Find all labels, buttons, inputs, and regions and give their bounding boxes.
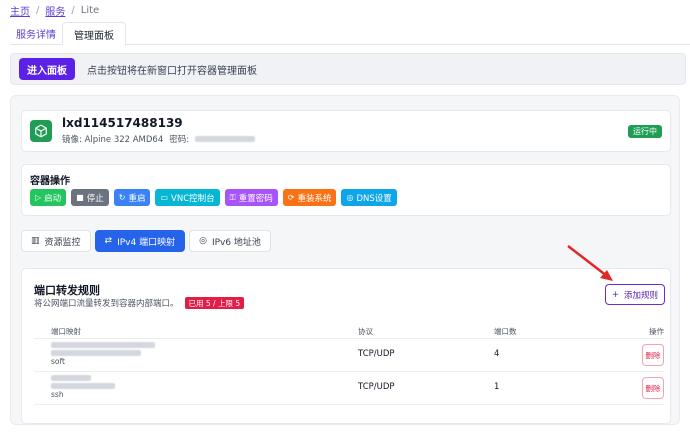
quota-badge: 已用 5 / 上限 5 <box>184 297 245 309</box>
redacted-line <box>51 342 155 348</box>
tab-service-details[interactable]: 服务详情 <box>10 22 62 45</box>
panel-container: lxd114517488139 镜像: Alpine 322 AMD64 密码:… <box>10 95 680 425</box>
globe-icon: ◎ <box>346 193 354 202</box>
column-mapping: 端口映射 <box>51 327 81 336</box>
enter-panel-button[interactable]: 进入面板 <box>19 58 75 80</box>
breadcrumb-current: Lite <box>80 5 100 16</box>
sub-tabs: ▥ 资源监控 ⇄ IPv4 端口映射 ◎ IPv6 地址池 <box>21 230 271 252</box>
rule-protocol: TCP/UDP <box>358 382 395 392</box>
operations-card: 容器操作 ▷ 启动 ■ 停止 ↻ 重启 ▭ VNC控制台 ⚿ 重置密码 ⟳ 重装系统 ◎ DN… <box>21 164 671 216</box>
image-label: 镜像: Alpine 322 AMD64 <box>62 135 164 145</box>
plus-icon: + <box>611 289 619 300</box>
column-protocol: 协议 <box>358 327 373 336</box>
port-mapping-redacted <box>51 342 155 356</box>
rule-port-count: 1 <box>494 382 500 392</box>
tab-ipv6-label: IPv6 地址池 <box>211 237 261 248</box>
play-icon: ▷ <box>35 193 42 202</box>
port-mapping-redacted <box>51 375 115 389</box>
reset-password-label: 重置密码 <box>238 193 273 204</box>
stop-label: 停止 <box>86 193 104 204</box>
vnc-label: VNC控制台 <box>171 193 215 204</box>
key-icon: ⚿ <box>229 192 236 202</box>
breadcrumb-home[interactable]: 主页 <box>10 3 30 18</box>
start-button[interactable]: ▷ 启动 <box>30 189 67 206</box>
reset-password-button[interactable]: ⚿ 重置密码 <box>224 189 278 206</box>
rules-description: 将公网端口流量转发到容器内部端口。 已用 5 / 上限 5 <box>34 297 245 309</box>
breadcrumb-separator: / <box>36 5 40 16</box>
rule-tag: ssh <box>51 390 64 399</box>
rules-title: 端口转发规则 <box>34 284 100 297</box>
rules-description-text: 将公网端口流量转发到容器内部端口。 <box>34 299 179 309</box>
tab-management-panel[interactable]: 管理面板 <box>62 22 126 46</box>
stop-button[interactable]: ■ 停止 <box>71 189 109 206</box>
restart-button[interactable]: ↻ 重启 <box>113 189 151 206</box>
breadcrumb: 主页 / 服务 / Lite <box>10 3 99 18</box>
delete-rule-button[interactable]: 删除 <box>642 344 664 366</box>
delete-rule-button[interactable]: 删除 <box>642 377 664 399</box>
vnc-console-button[interactable]: ▭ VNC控制台 <box>155 189 220 206</box>
redacted-line <box>51 375 91 381</box>
monitor-icon: ▭ <box>160 193 169 202</box>
redacted-line <box>51 383 115 389</box>
tab-resource-monitor[interactable]: ▥ 资源监控 <box>21 230 91 252</box>
globe-icon: ◎ <box>199 236 207 246</box>
main-tabs: 服务详情 管理面板 <box>10 22 690 46</box>
table-header: 端口映射 协议 端口数 操作 <box>34 325 664 339</box>
chart-icon: ▥ <box>31 236 40 246</box>
dns-label: DNS设置 <box>356 193 392 204</box>
swap-icon: ⇄ <box>104 236 113 246</box>
server-name: lxd114517488139 <box>62 116 183 130</box>
tab-ipv4-label: IPv4 端口映射 <box>117 237 176 248</box>
start-label: 启动 <box>44 193 62 204</box>
dns-settings-button[interactable]: ◎ DNS设置 <box>341 189 397 206</box>
restart-icon: ↻ <box>118 193 126 202</box>
panel-notice: 进入面板 点击按钮将在新窗口打开容器管理面板 <box>10 53 686 85</box>
refresh-icon: ⟳ <box>287 193 295 202</box>
operations-buttons: ▷ 启动 ■ 停止 ↻ 重启 ▭ VNC控制台 ⚿ 重置密码 ⟳ 重装系统 ◎ DNS设置 <box>30 189 397 206</box>
column-action: 操作 <box>649 327 664 336</box>
column-count: 端口数 <box>494 327 517 336</box>
table-row: ssh TCP/UDP 1 删除 <box>34 373 664 405</box>
server-meta: 镜像: Alpine 322 AMD64 密码: <box>62 133 256 145</box>
tab-ipv6-address-pool[interactable]: ◎ IPv6 地址池 <box>189 230 271 252</box>
breadcrumb-separator: / <box>71 5 75 16</box>
rule-protocol: TCP/UDP <box>358 349 395 359</box>
add-rule-button[interactable]: + 添加规则 <box>604 284 665 305</box>
notice-text: 点击按钮将在新窗口打开容器管理面板 <box>87 65 257 77</box>
tab-resource-monitor-label: 资源监控 <box>44 237 81 248</box>
port-forward-rules-card: 端口转发规则 将公网端口流量转发到容器内部端口。 已用 5 / 上限 5 + 添… <box>21 268 671 424</box>
rule-port-count: 4 <box>494 349 500 359</box>
breadcrumb-services[interactable]: 服务 <box>45 3 65 18</box>
tab-ipv4-port-mapping[interactable]: ⇄ IPv4 端口映射 <box>94 230 186 252</box>
status-badge: 运行中 <box>628 125 662 138</box>
stop-icon: ■ <box>76 193 84 202</box>
redacted-line <box>51 350 141 356</box>
operations-title: 容器操作 <box>30 176 70 187</box>
table-row: soft TCP/UDP 4 删除 <box>34 340 664 372</box>
server-card: lxd114517488139 镜像: Alpine 322 AMD64 密码:… <box>21 110 671 152</box>
password-label: 密码: <box>169 135 190 145</box>
rule-tag: soft <box>51 357 65 366</box>
reinstall-button[interactable]: ⟳ 重装系统 <box>282 189 337 206</box>
cube-icon <box>30 120 52 142</box>
reinstall-label: 重装系统 <box>297 193 332 204</box>
add-rule-label: 添加规则 <box>623 290 658 301</box>
restart-label: 重启 <box>128 193 146 204</box>
password-redacted <box>195 136 256 142</box>
